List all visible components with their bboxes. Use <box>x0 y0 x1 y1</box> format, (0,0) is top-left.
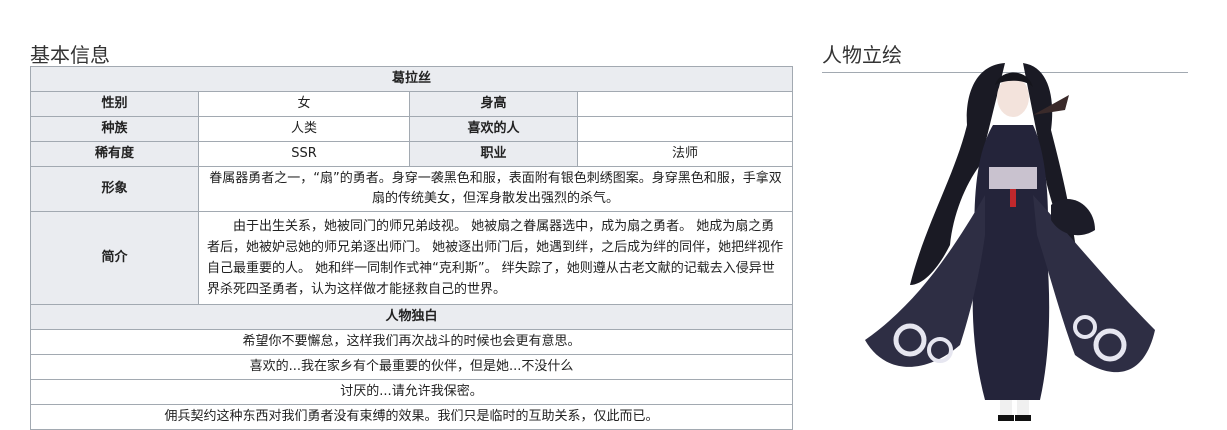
race-label: 种族 <box>30 116 199 142</box>
height-label: 身高 <box>409 91 578 117</box>
class-value: 法师 <box>576 141 794 167</box>
character-portrait <box>855 55 1175 424</box>
monologue-row: 希望你不要懈怠，这样我们再次战斗的时候也会更有意思。 <box>29 329 794 355</box>
gender-value: 女 <box>198 91 410 117</box>
name-row: 葛拉丝 <box>29 66 794 92</box>
race-value: 人类 <box>198 116 410 142</box>
intro-text: 由于出生关系，她被同门的师兄弟歧视。 她被扇之眷属器选中，成为扇之勇者。 她成为… <box>197 211 794 305</box>
image-row: 形象 眷属器勇者之一，“扇”的勇者。身穿一袭黑色和服，表面附有银色刺绣图案。身穿… <box>30 166 794 212</box>
height-value <box>576 91 794 117</box>
monologue-row: 喜欢的...我在家乡有个最重要的伙伴，但是她...不没什么 <box>29 354 794 380</box>
image-description: 眷属器勇者之一，“扇”的勇者。身穿一袭黑色和服，表面附有银色刺绣图案。身穿黑色和… <box>197 166 794 212</box>
gender-height-row: 性别 女 身高 <box>30 91 794 117</box>
character-name: 葛拉丝 <box>29 66 794 92</box>
rarity-value: SSR <box>198 141 410 167</box>
image-label: 形象 <box>30 166 199 212</box>
monologue-header-row: 人物独白 <box>29 304 794 330</box>
class-label: 职业 <box>409 141 578 167</box>
monologue-line-3: 讨厌的...请允许我保密。 <box>29 379 794 405</box>
intro-label: 简介 <box>30 211 199 305</box>
gender-label: 性别 <box>30 91 199 117</box>
intro-row: 简介 由于出生关系，她被同门的师兄弟歧视。 她被扇之眷属器选中，成为扇之勇者。 … <box>30 211 794 305</box>
likes-label: 喜欢的人 <box>409 116 578 142</box>
monologue-header: 人物独白 <box>29 304 794 330</box>
rarity-label: 稀有度 <box>30 141 199 167</box>
monologue-row: 讨厌的...请允许我保密。 <box>29 379 794 405</box>
monologue-line-4: 佣兵契约这种东西对我们勇者没有束缚的效果。我们只是临时的互助关系，仅此而已。 <box>29 404 794 430</box>
monologue-row: 佣兵契约这种东西对我们勇者没有束缚的效果。我们只是临时的互助关系，仅此而已。 <box>29 404 794 430</box>
monologue-line-2: 喜欢的...我在家乡有个最重要的伙伴，但是她...不没什么 <box>29 354 794 380</box>
rarity-class-row: 稀有度 SSR 职业 法师 <box>30 141 794 167</box>
race-likes-row: 种族 人类 喜欢的人 <box>30 116 794 142</box>
monologue-line-1: 希望你不要懈怠，这样我们再次战斗的时候也会更有意思。 <box>29 329 794 355</box>
character-illustration <box>865 63 1155 421</box>
character-info-table: 葛拉丝 性别 女 身高 种族 人类 喜欢的人 稀有度 SSR 职业 法师 形象 … <box>29 66 794 430</box>
likes-value <box>576 116 794 142</box>
